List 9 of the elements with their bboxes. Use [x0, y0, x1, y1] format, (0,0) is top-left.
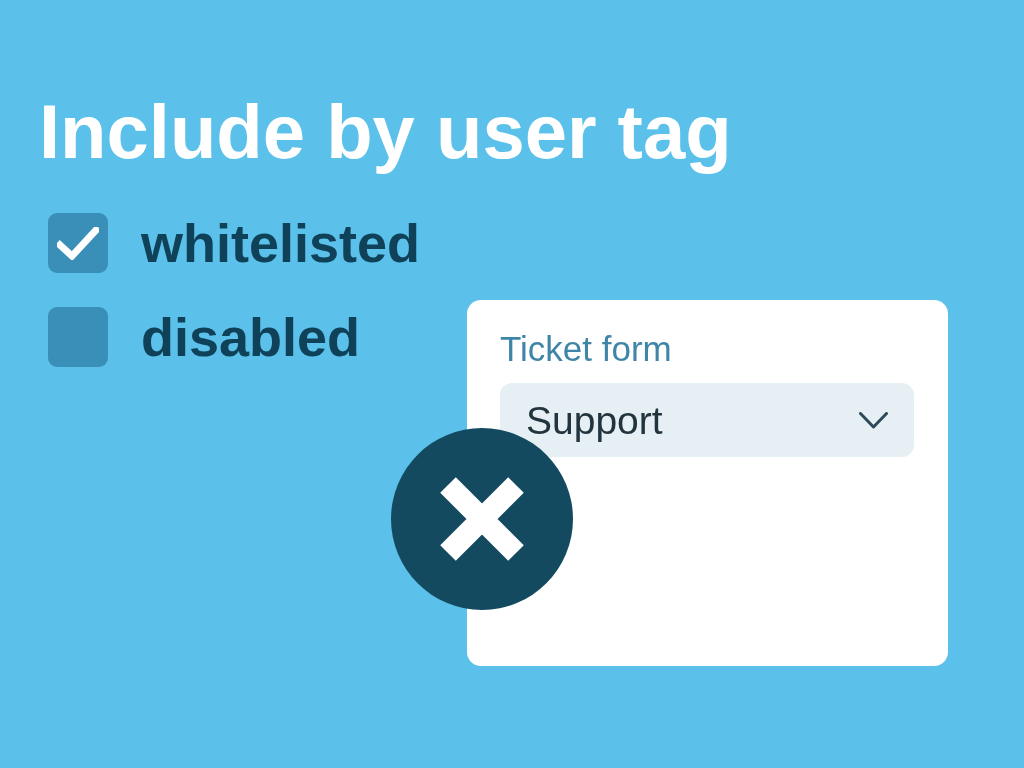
- tag-label: disabled: [141, 310, 361, 364]
- field-label: Ticket form: [500, 331, 672, 366]
- chevron-down-icon: [859, 411, 888, 429]
- check-icon: [57, 226, 99, 260]
- checkbox[interactable]: [48, 213, 108, 273]
- close-icon: [440, 477, 524, 561]
- tag-label: whitelisted: [141, 216, 421, 270]
- ticket-form-select[interactable]: Support: [500, 383, 914, 457]
- checkbox[interactable]: [48, 307, 108, 367]
